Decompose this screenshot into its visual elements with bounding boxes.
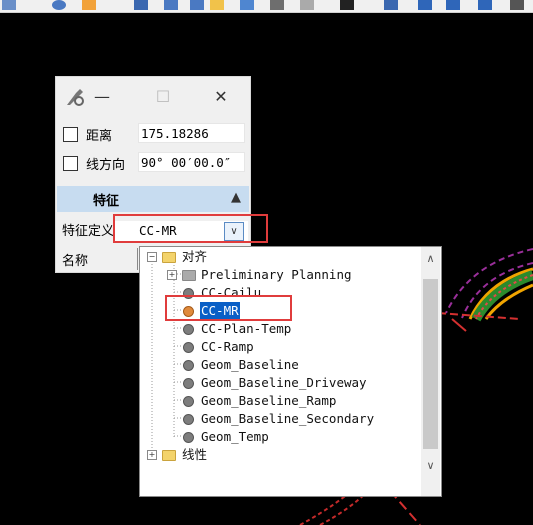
toolbar-icon[interactable] (2, 0, 16, 10)
distance-checkbox[interactable] (63, 127, 78, 142)
tool-settings-icon (67, 89, 84, 106)
scroll-up-icon[interactable]: ∧ (421, 250, 440, 267)
feature-section-title: 特征 (93, 194, 120, 209)
name-label: 名称 (62, 254, 89, 269)
pencil-icon[interactable] (190, 0, 204, 10)
scroll-thumb[interactable] (423, 279, 438, 449)
tree-node-label: CC-Plan-Temp (201, 321, 292, 336)
tree-node-label: Geom_Temp (201, 429, 269, 444)
feature-icon (183, 324, 194, 335)
direction-checkbox[interactable] (63, 156, 78, 171)
feature-icon (183, 378, 194, 389)
maximize-button[interactable]: ☐ (151, 87, 175, 107)
pencil-icon[interactable] (164, 0, 178, 10)
expand-icon[interactable]: + (147, 450, 157, 460)
highlight-box (165, 295, 292, 321)
globe-icon[interactable] (52, 0, 66, 10)
tree-node-label: CC-Ramp (201, 339, 254, 354)
folder-icon (182, 270, 196, 281)
feature-icon (183, 432, 194, 443)
toolbar-icon[interactable] (384, 0, 398, 10)
tree-node-label: Preliminary Planning (201, 267, 352, 282)
toolbar-icon[interactable] (478, 0, 492, 10)
panel-titlebar: — ☐ ✕ (56, 77, 250, 117)
tree-node-geom-baseline-ramp[interactable]: Geom_Baseline_Ramp (140, 392, 421, 409)
toolbar-icon[interactable] (340, 0, 354, 10)
folder-icon (162, 252, 176, 263)
properties-panel: — ☐ ✕ 距离 175.18286 线方向 90° 00′00.0″ 特征 ▲… (55, 76, 251, 273)
tree-node-geom-baseline[interactable]: Geom_Baseline (140, 356, 421, 373)
close-button[interactable]: ✕ (209, 87, 233, 107)
feature-icon (183, 360, 194, 371)
feature-section-header[interactable]: 特征 ▲ (57, 186, 249, 212)
tree-node-geom-baseline-driveway[interactable]: Geom_Baseline_Driveway (140, 374, 421, 391)
feature-icon (183, 342, 194, 353)
feature-tree-dropdown[interactable]: − 对齐 + Preliminary Planning CC-Cailu CC-… (139, 246, 442, 497)
distance-label: 距离 (86, 129, 113, 144)
expand-icon[interactable]: + (167, 270, 177, 280)
highlight-box (113, 214, 268, 243)
line-icon[interactable] (240, 0, 254, 10)
toolbar-icon[interactable] (134, 0, 148, 10)
distance-input[interactable]: 175.18286 (138, 123, 245, 143)
tree-node-cc-plan-temp[interactable]: CC-Plan-Temp (140, 320, 421, 337)
tree-node-linear[interactable]: + 线性 (140, 446, 421, 463)
pencil-icon[interactable] (210, 0, 224, 10)
direction-input[interactable]: 90° 00′00.0″ (138, 152, 245, 172)
collapse-icon[interactable]: − (147, 252, 157, 262)
tree-node-label: 线性 (182, 447, 208, 462)
tree-node-geom-baseline-secondary[interactable]: Geom_Baseline_Secondary (140, 410, 421, 427)
toolbar-icon[interactable] (270, 0, 284, 10)
tree-node-label: Geom_Baseline_Secondary (201, 411, 375, 426)
tree-node-preliminary-planning[interactable]: + Preliminary Planning (140, 266, 421, 283)
hand-icon[interactable] (300, 0, 314, 10)
vertical-scrollbar[interactable]: ∧ ∨ (421, 247, 440, 496)
minimize-button[interactable]: — (90, 87, 114, 107)
tree-node-label: Geom_Baseline_Driveway (201, 375, 367, 390)
tree-node-label: 对齐 (182, 249, 208, 264)
feature-definition-label: 特征定义 (62, 224, 115, 239)
toolbar (0, 0, 533, 13)
tree-node-alignment[interactable]: − 对齐 (140, 248, 421, 265)
distance-row: 距离 175.18286 (56, 122, 250, 148)
collapse-chevron-icon[interactable]: ▲ (231, 190, 241, 205)
tree-node-label: Geom_Baseline (201, 357, 299, 372)
tree-node-cc-ramp[interactable]: CC-Ramp (140, 338, 421, 355)
feature-icon (183, 396, 194, 407)
name-field-edge (137, 248, 138, 270)
direction-row: 线方向 90° 00′00.0″ (56, 151, 250, 177)
arrow-left-icon[interactable] (418, 0, 432, 10)
tree-node-label: Geom_Baseline_Ramp (201, 393, 337, 408)
scroll-down-icon[interactable]: ∨ (421, 457, 440, 474)
feature-icon (183, 414, 194, 425)
arrow-right-icon[interactable] (446, 0, 460, 10)
folder-icon (162, 450, 176, 461)
sun-icon[interactable] (82, 0, 96, 10)
toolbar-icon[interactable] (510, 0, 524, 10)
direction-label: 线方向 (86, 158, 126, 173)
tree-node-geom-temp[interactable]: Geom_Temp (140, 428, 421, 445)
